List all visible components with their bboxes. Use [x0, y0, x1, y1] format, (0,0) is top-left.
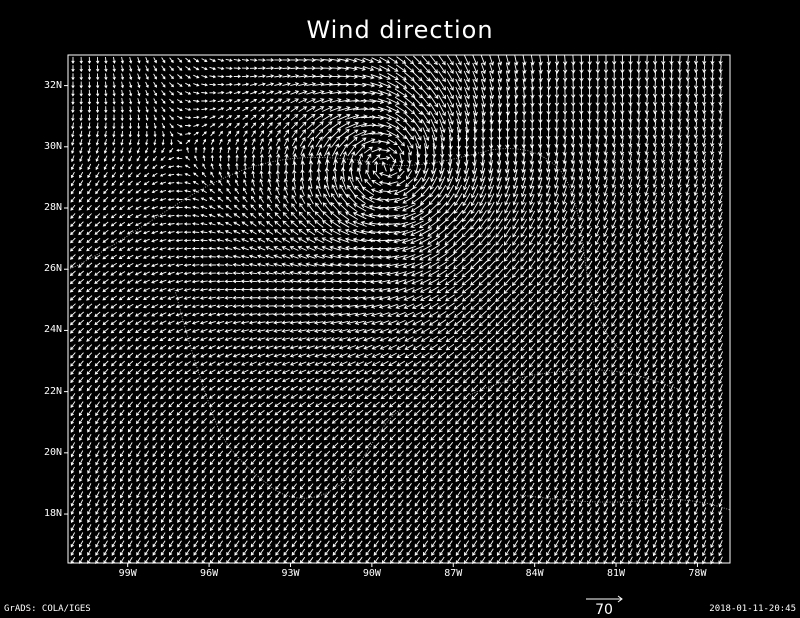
timestamp: 2018-01-11-20:45 [709, 604, 796, 614]
cuba-coast-line [469, 369, 681, 396]
lon-tick-label: 99W [118, 568, 137, 579]
reference-vector-label: 70 [595, 602, 613, 618]
lon-tick-label: 87W [444, 568, 463, 579]
lon-tick-label: 96W [200, 568, 219, 579]
lon-tick-label: 93W [281, 568, 300, 579]
lon-tick-label: 84W [525, 568, 544, 579]
wind-vectors [69, 54, 724, 565]
wind-vector-map [64, 54, 731, 567]
mexico-coast-line [174, 289, 401, 499]
lat-tick-label: 24N [43, 324, 62, 336]
grads-credit: GrADS: COLA/IGES [4, 604, 91, 614]
lat-tick-label: 32N [43, 79, 62, 91]
lon-tick-label: 90W [362, 568, 381, 579]
lat-tick-label: 18N [43, 508, 62, 520]
lat-tick-label: 22N [43, 385, 62, 397]
lat-tick-label: 26N [43, 263, 62, 275]
caribbean-coast-line [519, 494, 731, 511]
lat-tick-label: 30N [43, 140, 62, 152]
wind-arrow-field [69, 54, 724, 565]
lat-tick-label: 28N [43, 202, 62, 213]
lat-tick-label: 20N [43, 446, 62, 458]
lon-tick-label: 81W [607, 568, 626, 579]
lon-tick-label: 78W [688, 568, 707, 579]
